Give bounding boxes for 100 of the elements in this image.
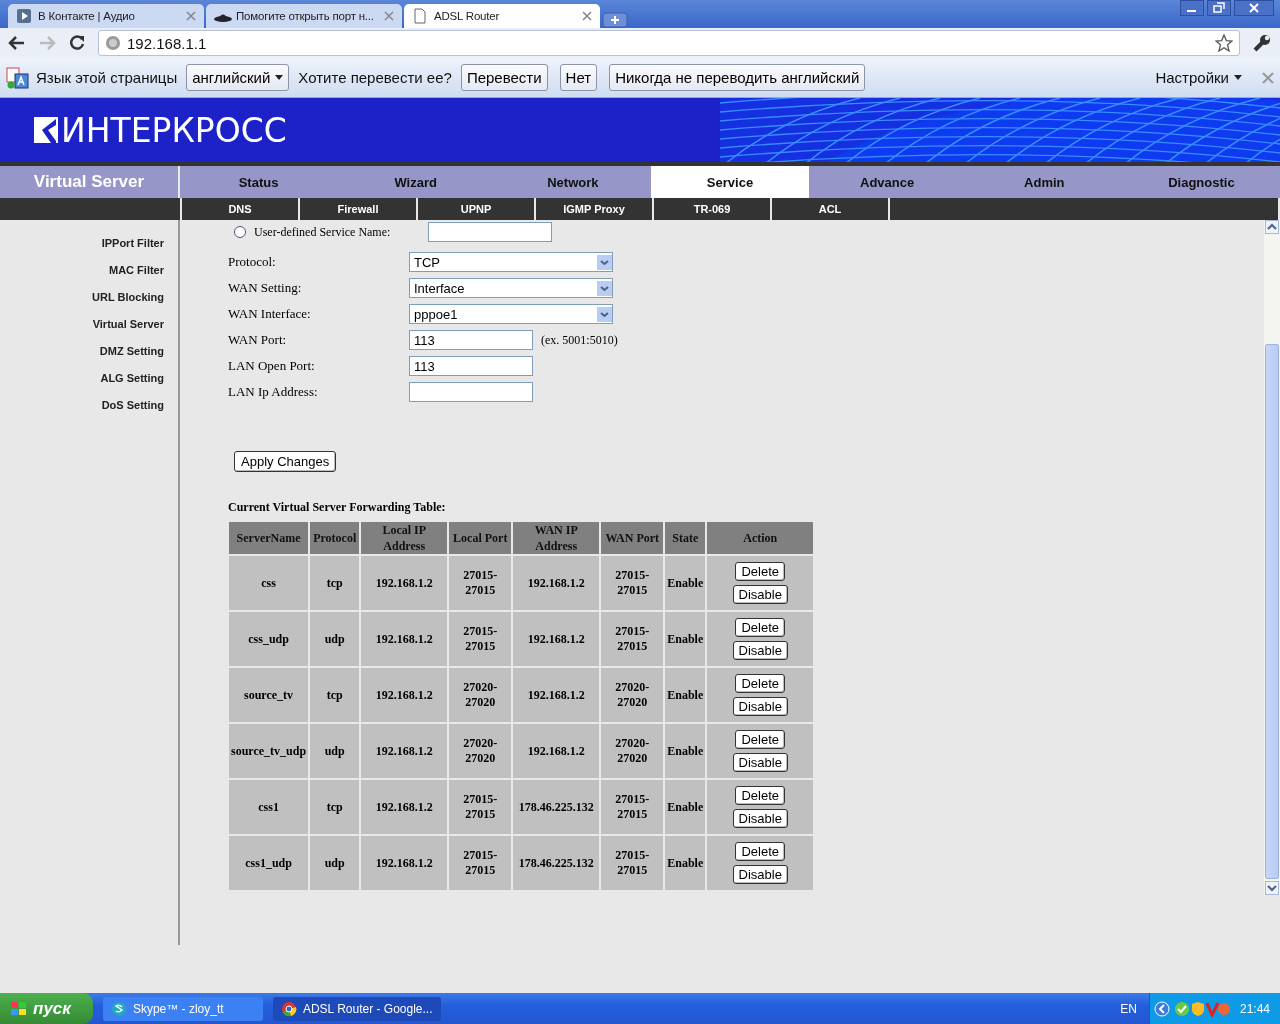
star-icon bbox=[1215, 34, 1233, 52]
table-cell: 27015-27015 bbox=[601, 612, 664, 666]
table-cell: 192.168.1.2 bbox=[361, 612, 448, 666]
dropdown[interactable]: Interface bbox=[409, 278, 613, 298]
reload-icon bbox=[68, 34, 86, 52]
disable-button[interactable]: Disable bbox=[732, 753, 788, 772]
logo-icon bbox=[34, 117, 58, 143]
subnav-tab[interactable]: TR-069 bbox=[654, 198, 770, 220]
table-cell: 192.168.1.2 bbox=[361, 836, 448, 890]
dropdown[interactable]: TCP bbox=[409, 252, 613, 272]
tab-title: ADSL Router bbox=[434, 10, 501, 22]
field-label: WAN Setting: bbox=[228, 279, 303, 297]
sidebar-link[interactable]: ALG Setting bbox=[100, 370, 164, 387]
subnav-tab[interactable]: UPNP bbox=[418, 198, 534, 220]
apply-changes-button[interactable]: Apply Changes bbox=[234, 451, 337, 472]
column-header: Local Port bbox=[449, 522, 512, 554]
language-indicator[interactable]: EN bbox=[1120, 1001, 1137, 1016]
back-icon bbox=[8, 35, 26, 51]
table-cell: css1 bbox=[229, 780, 309, 834]
delete-button[interactable]: Delete bbox=[735, 562, 786, 581]
nav-tab[interactable]: Status bbox=[180, 166, 338, 198]
browser-tab[interactable]: Помогите открыть порт н... bbox=[206, 4, 402, 28]
delete-button[interactable]: Delete bbox=[735, 674, 786, 693]
table-cell: Enable bbox=[665, 724, 706, 778]
input-field[interactable]: 113 bbox=[409, 356, 533, 376]
column-header: Protocol bbox=[310, 522, 360, 554]
sidebar-link[interactable]: IPPort Filter bbox=[101, 235, 164, 252]
scrollbar[interactable] bbox=[1264, 220, 1280, 895]
forward-icon bbox=[38, 35, 56, 51]
disable-button[interactable]: Disable bbox=[732, 585, 788, 604]
address-field[interactable]: 192.168.1.1 bbox=[98, 30, 1240, 56]
table-cell: 27015-27015 bbox=[449, 780, 512, 834]
collapse-icon bbox=[1153, 1000, 1170, 1017]
table-cell: 192.168.1.2 bbox=[513, 668, 600, 722]
field-label: WAN Port: bbox=[228, 331, 288, 349]
table-title: Current Virtual Server Forwarding Table: bbox=[228, 500, 447, 515]
no-button[interactable]: Нет bbox=[559, 64, 598, 91]
close-icon bbox=[1234, 0, 1274, 16]
nav-tab[interactable]: Diagnostic bbox=[1122, 166, 1280, 198]
sidebar-link[interactable]: URL Blocking bbox=[92, 289, 164, 306]
disable-button[interactable]: Disable bbox=[732, 641, 788, 660]
table-cell: 27015-27015 bbox=[449, 836, 512, 890]
browser-tab[interactable]: ADSL Router bbox=[404, 4, 600, 28]
table-cell: tcp bbox=[310, 556, 360, 610]
close-icon bbox=[582, 11, 592, 21]
table-cell: Enable bbox=[665, 780, 706, 834]
never-translate-button[interactable]: Никогда не переводить английский bbox=[609, 64, 866, 91]
table-cell: 178.46.225.132 bbox=[513, 780, 600, 834]
subnav-tab[interactable]: Firewall bbox=[300, 198, 416, 220]
close-icon bbox=[384, 11, 394, 21]
input-field[interactable]: 113 bbox=[409, 330, 533, 350]
table-cell: 192.168.1.2 bbox=[513, 724, 600, 778]
dropdown[interactable]: pppoe1 bbox=[409, 304, 613, 324]
table-cell: 192.168.1.2 bbox=[361, 668, 448, 722]
sidebar-link[interactable]: DMZ Setting bbox=[99, 343, 164, 360]
table-cell: Enable bbox=[665, 556, 706, 610]
tab-title: В Контакте | Аудио bbox=[38, 10, 136, 22]
delete-button[interactable]: Delete bbox=[735, 618, 786, 637]
logo-text: ИНТЕРКРОСС bbox=[61, 110, 287, 150]
sidebar-link[interactable]: DoS Setting bbox=[101, 397, 164, 414]
field-label: LAN Open Port: bbox=[228, 357, 316, 375]
table-cell: source_tv bbox=[229, 668, 309, 722]
disable-button[interactable]: Disable bbox=[732, 697, 788, 716]
delete-button[interactable]: Delete bbox=[735, 730, 786, 749]
delete-button[interactable]: Delete bbox=[735, 842, 786, 861]
table-cell: css_udp bbox=[229, 612, 309, 666]
table-cell: udp bbox=[310, 724, 360, 778]
disable-button[interactable]: Disable bbox=[732, 809, 788, 828]
restore-icon bbox=[1207, 0, 1231, 16]
input-field[interactable] bbox=[428, 222, 552, 242]
input-field[interactable] bbox=[409, 382, 533, 402]
subnav-tab[interactable]: DNS bbox=[182, 198, 298, 220]
browser-icon bbox=[280, 1000, 297, 1017]
taskbar-item[interactable]: ADSL Router - Google... bbox=[272, 996, 441, 1021]
table-cell: Enable bbox=[665, 836, 706, 890]
translate-button[interactable]: Перевести bbox=[460, 64, 548, 91]
nav-tab[interactable]: Network bbox=[494, 166, 652, 198]
column-header: Action bbox=[707, 522, 814, 554]
radio-button[interactable] bbox=[234, 226, 246, 238]
browser-tab[interactable]: В Контакте | Аудио bbox=[8, 4, 204, 28]
skype-icon bbox=[110, 1000, 127, 1017]
minimize-icon bbox=[1180, 0, 1204, 16]
disable-button[interactable]: Disable bbox=[732, 865, 788, 884]
table-cell: 27015-27015 bbox=[601, 780, 664, 834]
settings-menu[interactable]: Настройки bbox=[1155, 69, 1242, 86]
subnav-tab[interactable]: IGMP Proxy bbox=[536, 198, 652, 220]
language-dropdown[interactable]: английский bbox=[186, 64, 290, 91]
nav-tab[interactable]: Wizard bbox=[337, 166, 495, 198]
new-tab-icon bbox=[602, 12, 628, 28]
subnav-tab[interactable]: ACL bbox=[772, 198, 888, 220]
table-cell: 192.168.1.2 bbox=[361, 780, 448, 834]
nav-tab[interactable]: Admin bbox=[965, 166, 1123, 198]
nav-tab[interactable]: Service bbox=[651, 166, 809, 198]
sidebar-link[interactable]: MAC Filter bbox=[109, 262, 164, 279]
taskbar-item[interactable]: Skype™ - zloy_tt bbox=[102, 996, 263, 1021]
delete-button[interactable]: Delete bbox=[735, 786, 786, 805]
nav-tab[interactable]: Advance bbox=[808, 166, 966, 198]
question-label: Хотите перевести ее? bbox=[298, 69, 452, 86]
sidebar-link[interactable]: Virtual Server bbox=[92, 316, 164, 333]
table-cell: 27015-27015 bbox=[601, 836, 664, 890]
